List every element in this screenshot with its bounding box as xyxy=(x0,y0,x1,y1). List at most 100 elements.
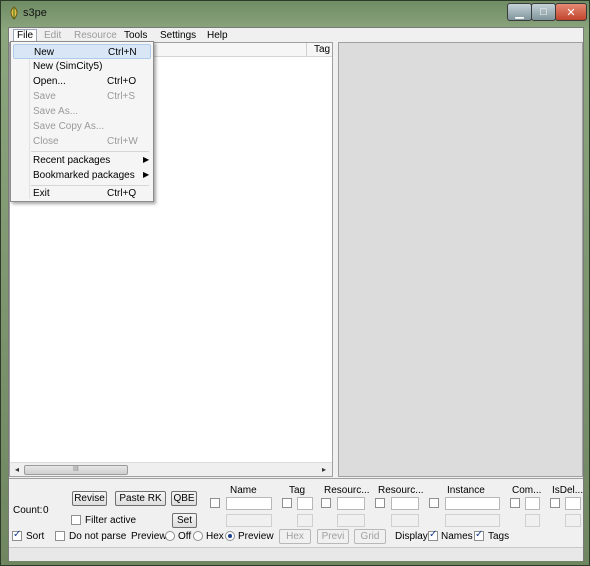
display-label: Display: xyxy=(395,531,431,542)
filter-isdeleted-label: IsDel... xyxy=(552,485,584,496)
count-value: 0 xyxy=(43,505,49,516)
filter-resource-group-input[interactable] xyxy=(391,497,419,510)
count-label: Count: xyxy=(13,505,43,516)
filter-instance-checkbox[interactable] xyxy=(429,498,439,508)
filter-isdeleted-checkbox[interactable] xyxy=(550,498,560,508)
filter-instance-label: Instance xyxy=(447,485,485,496)
preview-hex-radio[interactable] xyxy=(193,531,203,541)
menu-settings[interactable]: Settings xyxy=(157,29,199,42)
menu-item-close[interactable]: Close Ctrl+W xyxy=(13,134,151,149)
filter-isdeleted-input-2 xyxy=(565,514,581,527)
names-label: Names xyxy=(441,531,473,542)
names-checkbox[interactable] xyxy=(428,529,438,541)
filter-resource-type-checkbox[interactable] xyxy=(321,498,331,508)
filter-active-label: Filter active xyxy=(85,515,137,526)
paste-rk-button[interactable]: Paste RK xyxy=(115,491,166,506)
file-menu-dropdown: New Ctrl+N New (SimCity5) Open... Ctrl+O… xyxy=(10,41,154,202)
scroll-left-icon[interactable]: ◂ xyxy=(11,464,23,476)
tags-checkbox[interactable] xyxy=(474,529,484,541)
preview-off-label: Off xyxy=(178,531,192,542)
menu-item-save[interactable]: Save Ctrl+S xyxy=(13,89,151,104)
grip-icon: III xyxy=(73,466,79,473)
do-not-parse-label: Do not parse xyxy=(69,531,127,542)
minimize-button[interactable]: ▁ xyxy=(507,3,532,21)
horizontal-scrollbar[interactable]: ◂ III ▸ xyxy=(10,462,332,476)
revise-button[interactable]: Revise xyxy=(72,491,107,506)
menu-help[interactable]: Help xyxy=(204,29,231,42)
menu-item-open[interactable]: Open... Ctrl+O xyxy=(13,74,151,89)
close-button[interactable]: ✕ xyxy=(555,3,587,21)
filter-resource-group-checkbox[interactable] xyxy=(375,498,385,508)
menu-item-new[interactable]: New Ctrl+N xyxy=(13,44,151,59)
preview-preview-label: Preview xyxy=(238,531,274,542)
menu-item-label: New xyxy=(34,47,55,58)
filter-compressed-checkbox[interactable] xyxy=(510,498,520,508)
menu-item-recent-packages[interactable]: Recent packages ▶ xyxy=(13,153,151,168)
sort-label: Sort xyxy=(26,531,45,542)
app-window: s3pe ▁ □ ✕ File Edit Resource Tools Sett… xyxy=(0,0,590,566)
hex-button[interactable]: Hex xyxy=(279,529,311,544)
previ-button[interactable]: Previ xyxy=(317,529,349,544)
filter-resource-type-input[interactable] xyxy=(337,497,365,510)
menu-item-label: Save xyxy=(33,91,56,102)
menu-item-bookmarked-packages[interactable]: Bookmarked packages ▶ xyxy=(13,168,151,183)
bottom-panel: Count: 0 Revise Paste RK QBE Set Filter … xyxy=(9,478,584,561)
menu-item-shortcut: Ctrl+N xyxy=(108,47,137,58)
submenu-arrow-icon: ▶ xyxy=(143,155,150,164)
menu-item-label: Recent packages xyxy=(33,155,111,166)
menu-item-shortcut: Ctrl+S xyxy=(107,91,136,102)
filter-compressed-input-2 xyxy=(525,514,540,527)
menu-item-exit[interactable]: Exit Ctrl+Q xyxy=(13,186,151,201)
filter-name-input[interactable] xyxy=(226,497,272,510)
scroll-thumb[interactable]: III xyxy=(24,465,128,475)
header-separator xyxy=(306,43,307,57)
column-header-tag[interactable]: Tag xyxy=(314,44,330,55)
filter-tag-input-2 xyxy=(297,514,313,527)
filter-resource-group-label: Resourc... xyxy=(378,485,424,496)
tags-label: Tags xyxy=(488,531,510,542)
menu-item-label: Open... xyxy=(33,76,66,87)
filter-resource-group-input-2 xyxy=(391,514,419,527)
menu-item-label: Save Copy As... xyxy=(33,121,105,132)
menu-item-shortcut: Ctrl+O xyxy=(107,76,137,87)
scroll-right-icon[interactable]: ▸ xyxy=(318,464,330,476)
do-not-parse-checkbox[interactable] xyxy=(55,531,65,541)
app-leaf-icon xyxy=(10,6,18,20)
menu-item-save-copy-as[interactable]: Save Copy As... xyxy=(13,119,151,134)
menu-item-label: New (SimCity5) xyxy=(33,61,103,72)
filter-tag-input[interactable] xyxy=(297,497,313,510)
filter-compressed-input[interactable] xyxy=(525,497,540,510)
filter-instance-input[interactable] xyxy=(445,497,500,510)
preview-preview-radio[interactable] xyxy=(225,531,235,541)
filter-name-checkbox[interactable] xyxy=(210,498,220,508)
filter-tag-label: Tag xyxy=(289,485,306,496)
maximize-button[interactable]: □ xyxy=(531,3,556,21)
menu-separator xyxy=(31,151,149,152)
sort-checkbox[interactable] xyxy=(12,529,22,541)
preview-label: Preview: xyxy=(131,531,170,542)
status-bar xyxy=(9,547,583,561)
filter-name-label: Name xyxy=(230,485,257,496)
filter-tag-checkbox[interactable] xyxy=(282,498,292,508)
qbe-button[interactable]: QBE xyxy=(171,491,197,506)
preview-off-radio[interactable] xyxy=(165,531,175,541)
menu-item-new-simcity5[interactable]: New (SimCity5) xyxy=(13,59,151,74)
preview-hex-label: Hex xyxy=(206,531,224,542)
menu-item-label: Save As... xyxy=(33,106,79,117)
menu-item-save-as[interactable]: Save As... xyxy=(13,104,151,119)
menu-item-label: Bookmarked packages xyxy=(33,170,135,181)
filter-isdeleted-input[interactable] xyxy=(565,497,581,510)
menu-item-label: Exit xyxy=(33,188,50,199)
menu-bar: File Edit Resource Tools Settings Help xyxy=(9,28,583,42)
grid-button[interactable]: Grid xyxy=(354,529,386,544)
filter-resource-type-input-2 xyxy=(337,514,365,527)
filter-compressed-label: Com... xyxy=(512,485,542,496)
set-button[interactable]: Set xyxy=(172,513,197,528)
filter-active-checkbox[interactable] xyxy=(71,515,81,525)
menu-item-label: Close xyxy=(33,136,59,147)
menu-item-shortcut: Ctrl+W xyxy=(107,136,138,147)
menu-item-shortcut: Ctrl+Q xyxy=(107,188,137,199)
filter-name-input-2 xyxy=(226,514,272,527)
filter-resource-type-label: Resourc... xyxy=(324,485,370,496)
title-bar[interactable]: s3pe ▁ □ ✕ xyxy=(1,1,589,27)
